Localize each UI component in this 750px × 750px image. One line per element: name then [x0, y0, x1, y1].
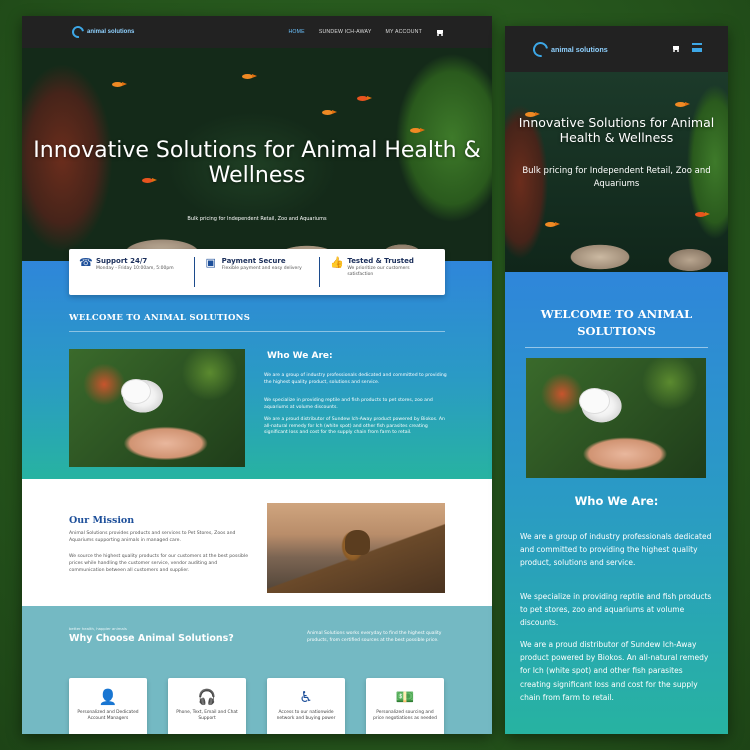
logo-text: animal solutions — [87, 29, 135, 35]
logo-ring-icon — [69, 23, 87, 41]
who-we-are-title: Who We Are: — [267, 351, 333, 361]
feature-support: ☎ Support 24/7 Monday - Friday 10:00am, … — [69, 257, 195, 287]
fish-decoration — [545, 222, 560, 227]
welcome-section: ☎ Support 24/7 Monday - Friday 10:00am, … — [22, 249, 492, 479]
hero-subtitle: Bulk pricing for Independent Retail, Zoo… — [522, 166, 711, 189]
mission-section: Our Mission Animal Solutions provides pr… — [22, 479, 492, 606]
feature-payment: ▣ Payment Secure Flexible payment and ea… — [195, 257, 321, 287]
desktop-mockup: animal solutions HOME SUNDEW ICH-AWAY MY… — [22, 16, 492, 734]
who-paragraph: We specialize in providing reptile and f… — [520, 592, 712, 628]
fish-decoration — [242, 74, 257, 79]
why-card-text: Personalized and Dedicated Account Manag… — [77, 710, 139, 722]
accessibility-icon: ♿ — [299, 688, 313, 706]
mobile-navbar: animal solutions — [505, 26, 728, 72]
dove-image — [69, 349, 245, 467]
who-paragraph: We are a proud distributor of Sundew Ich… — [520, 640, 709, 702]
user-shield-icon: 👤 — [98, 688, 118, 706]
mission-title: Our Mission — [69, 515, 135, 526]
hero-title: Innovative Solutions for Animal Health &… — [33, 138, 481, 188]
welcome-heading: WELCOME TO ANIMAL SOLUTIONS — [540, 307, 693, 338]
divider — [525, 347, 708, 348]
who-paragraph: We are a proud distributor of Sundew Ich… — [264, 417, 445, 436]
why-title: Why Choose Animal Solutions? — [69, 633, 234, 644]
welcome-heading: WELCOME TO ANIMAL SOLUTIONS — [69, 313, 251, 323]
fish-decoration — [695, 212, 710, 217]
cart-icon[interactable] — [672, 45, 680, 52]
hamburger-menu-icon[interactable] — [692, 43, 702, 52]
feature-desc: Flexible payment and easy delivery — [221, 266, 302, 271]
fish-decoration — [675, 102, 690, 107]
feature-title: Tested & Trusted — [347, 257, 414, 265]
mobile-mockup: animal solutions Innovative Solutions fo… — [505, 26, 728, 734]
divider — [69, 331, 445, 332]
logo-ring-icon — [530, 38, 551, 60]
why-choose-section: better health, happier animals Why Choos… — [22, 606, 492, 734]
who-paragraph: We specialize in providing reptile and f… — [264, 398, 433, 410]
main-menu: HOME SUNDEW ICH-AWAY MY ACCOUNT — [288, 16, 444, 48]
nav-sundew-ich-away[interactable]: SUNDEW ICH-AWAY — [319, 29, 372, 35]
dove-image — [526, 358, 706, 478]
site-logo[interactable]: animal solutions — [530, 38, 608, 60]
fish-decoration — [112, 82, 127, 87]
site-logo[interactable]: animal solutions — [69, 23, 135, 41]
headset-icon: 🎧 — [197, 688, 217, 706]
who-we-are-title: Who We Are: — [574, 494, 659, 508]
fish-decoration — [357, 96, 372, 101]
nav-home[interactable]: HOME — [288, 29, 304, 35]
hero-banner: Innovative Solutions for Animal Health &… — [22, 48, 492, 261]
feature-trusted: 👍 Tested & Trusted We prioritize our cus… — [320, 257, 445, 287]
thumbs-up-icon: 👍 — [330, 256, 345, 269]
why-eyebrow: better health, happier animals — [69, 626, 127, 631]
hero-title: Innovative Solutions for Animal Health &… — [518, 115, 715, 145]
logo-text: animal solutions — [551, 44, 608, 54]
why-description: Animal Solutions works everyday to find … — [307, 631, 442, 643]
why-card-text: Phone, Text, Email and Chat Support — [176, 710, 238, 722]
lion-image — [267, 503, 445, 593]
mobile-welcome-section: WELCOME TO ANIMAL SOLUTIONS Who We Are: … — [505, 272, 728, 734]
phone-clock-icon: ☎ — [79, 256, 93, 269]
mission-paragraph: Animal Solutions provides products and s… — [69, 531, 236, 543]
who-paragraph: We are a group of industry professionals… — [520, 532, 712, 568]
why-card-text: Personalized sourcing and price negotiat… — [373, 710, 437, 722]
background-canvas: animal solutions HOME SUNDEW ICH-AWAY MY… — [0, 0, 750, 750]
why-card: 💵 Personalized sourcing and price negoti… — [366, 678, 444, 734]
money-bill-icon: 💵 — [395, 688, 415, 706]
fish-decoration — [410, 128, 425, 133]
feature-desc: Monday - Friday 10:00am, 5:00pm — [96, 266, 174, 271]
feature-desc: We prioritize our customers satisfaction — [347, 266, 410, 277]
why-card: ♿ Access to our nationwide network and b… — [267, 678, 345, 734]
mission-paragraph: We source the highest quality products f… — [69, 554, 249, 573]
top-navbar: animal solutions HOME SUNDEW ICH-AWAY MY… — [22, 16, 492, 48]
fish-decoration — [322, 110, 337, 115]
why-card-text: Access to our nationwide network and buy… — [276, 710, 336, 722]
feature-title: Payment Secure — [221, 257, 286, 265]
why-card: 👤 Personalized and Dedicated Account Man… — [69, 678, 147, 734]
cart-icon[interactable] — [436, 29, 444, 36]
features-bar: ☎ Support 24/7 Monday - Friday 10:00am, … — [69, 249, 445, 295]
mobile-hero-banner: Innovative Solutions for Animal Health &… — [505, 72, 728, 272]
nav-my-account[interactable]: MY ACCOUNT — [386, 29, 423, 35]
who-paragraph: We are a group of industry professionals… — [264, 373, 447, 385]
feature-title: Support 24/7 — [96, 257, 148, 265]
why-card: 🎧 Phone, Text, Email and Chat Support — [168, 678, 246, 734]
credit-card-icon: ▣ — [205, 256, 216, 269]
hero-subtitle: Bulk pricing for Independent Retail, Zoo… — [187, 216, 327, 222]
